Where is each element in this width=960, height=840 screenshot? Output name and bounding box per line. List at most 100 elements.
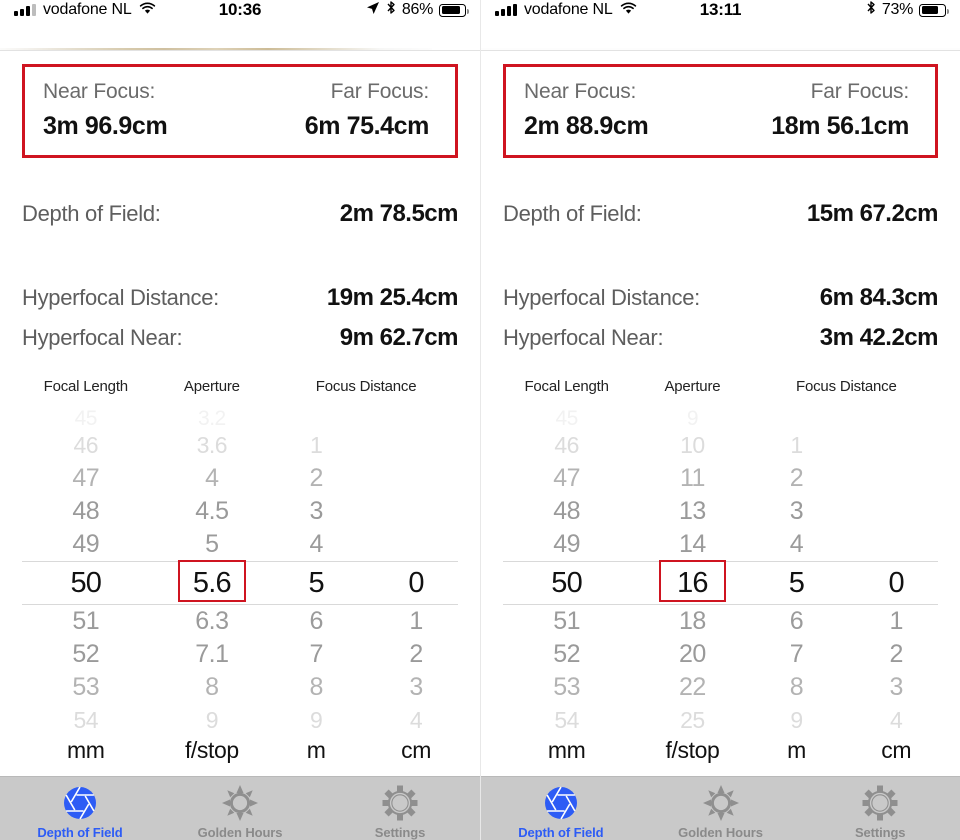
picker-item[interactable]: 3.2 <box>158 408 267 429</box>
picker-item[interactable]: 2 <box>747 462 847 495</box>
picker-item[interactable]: 5.6 <box>158 561 267 605</box>
picker-item[interactable]: 7 <box>747 638 847 671</box>
picker-item[interactable]: 1 <box>747 429 847 462</box>
picker-item[interactable]: 5 <box>747 561 847 605</box>
picker-item[interactable]: 53 <box>495 671 638 704</box>
picker-item[interactable]: 46 <box>495 429 638 462</box>
picker-item[interactable]: 45 <box>14 408 158 429</box>
picker-item[interactable]: 52 <box>14 638 158 671</box>
tab-bar[interactable]: Depth of Field Golden Hours Settings <box>481 775 960 840</box>
picker-column-focal-length[interactable]: 45 46 47 48 49 50 51 52 53 54 <box>14 408 158 737</box>
picker-item[interactable]: 4 <box>158 462 267 495</box>
picker-item[interactable]: 6 <box>747 605 847 638</box>
picker-item[interactable]: 14 <box>638 528 746 561</box>
picker-item[interactable]: 3 <box>846 671 946 704</box>
picker-item[interactable]: 48 <box>14 495 158 528</box>
picker-item[interactable]: 3 <box>266 495 366 528</box>
picker-item[interactable] <box>846 462 946 495</box>
picker-item[interactable]: 5 <box>158 528 267 561</box>
picker-item[interactable]: 9 <box>158 704 267 737</box>
picker-item[interactable]: 51 <box>495 605 638 638</box>
picker-wheels[interactable]: Focal Length Aperture Focus Distance 45 4… <box>481 378 960 737</box>
picker-item[interactable] <box>366 409 466 429</box>
picker-item[interactable]: 54 <box>495 704 638 737</box>
tab-depth-of-field[interactable]: Depth of Field <box>0 777 160 840</box>
picker-item[interactable] <box>747 409 847 429</box>
picker-item[interactable]: 4 <box>846 704 946 737</box>
picker-item[interactable] <box>846 528 946 561</box>
picker-item[interactable]: 4.5 <box>158 495 267 528</box>
picker-item[interactable]: 9 <box>747 704 847 737</box>
picker-item[interactable]: 4 <box>747 528 847 561</box>
picker-item[interactable]: 4 <box>266 528 366 561</box>
picker-item[interactable]: 20 <box>638 638 746 671</box>
picker-item[interactable]: 52 <box>495 638 638 671</box>
tab-bar[interactable]: Depth of Field Golden Hours Settings <box>0 775 480 840</box>
picker-item[interactable]: 48 <box>495 495 638 528</box>
picker-column-focus-distance-m[interactable]: 123456789 <box>747 409 847 737</box>
picker-item[interactable]: 49 <box>14 528 158 561</box>
picker-item[interactable]: 1 <box>266 429 366 462</box>
picker-item[interactable]: 50 <box>14 561 158 605</box>
picker-column-aperture[interactable]: 9 10 11 13 14 16 18 20 22 25 <box>638 408 746 737</box>
picker-column-focal-length[interactable]: 45 46 47 48 49 50 51 52 53 54 <box>495 408 638 737</box>
picker-item[interactable]: 18 <box>638 605 746 638</box>
picker-item[interactable] <box>366 429 466 462</box>
picker-item[interactable]: 54 <box>14 704 158 737</box>
picker-item[interactable]: 3 <box>747 495 847 528</box>
picker-column-focus-distance-cm[interactable]: 01234 <box>846 409 946 737</box>
picker-item[interactable]: 0 <box>366 561 466 605</box>
tab-golden-hours[interactable]: Golden Hours <box>160 777 320 840</box>
picker-item[interactable]: 3.6 <box>158 429 267 462</box>
picker-item[interactable]: 51 <box>14 605 158 638</box>
picker-item[interactable]: 1 <box>846 605 946 638</box>
tab-golden-hours[interactable]: Golden Hours <box>641 777 801 840</box>
tab-depth-of-field[interactable]: Depth of Field <box>481 777 641 840</box>
picker-item[interactable] <box>846 409 946 429</box>
picker-item[interactable] <box>366 462 466 495</box>
picker-column-focus-distance-m[interactable]: 123456789 <box>266 409 366 737</box>
picker-item[interactable]: 3 <box>366 671 466 704</box>
picker-item[interactable]: 2 <box>366 638 466 671</box>
picker-column-aperture[interactable]: 3.2 3.6 4 4.5 5 5.6 6.3 7.1 8 9 <box>158 408 267 737</box>
picker-columns[interactable]: 45 46 47 48 49 50 51 52 53 54 9 10 11 13 14 16 18 20 22 25… <box>481 408 960 737</box>
picker-item[interactable]: 6.3 <box>158 605 267 638</box>
picker-item[interactable]: 8 <box>266 671 366 704</box>
picker-wheels[interactable]: Focal Length Aperture Focus Distance 45 4… <box>0 378 480 737</box>
picker-item[interactable]: 8 <box>747 671 847 704</box>
picker-columns[interactable]: 45 46 47 48 49 50 51 52 53 54 3.2 3.6 4 4.5 5 5.6 6.3 7.… <box>0 408 480 737</box>
picker-item[interactable]: 1 <box>366 605 466 638</box>
picker-item[interactable]: 16 <box>638 561 746 605</box>
picker-item[interactable] <box>846 495 946 528</box>
picker-item[interactable]: 5 <box>266 561 366 605</box>
picker-item[interactable]: 47 <box>495 462 638 495</box>
picker-item[interactable]: 22 <box>638 671 746 704</box>
tab-settings[interactable]: Settings <box>320 777 480 840</box>
picker-item[interactable]: 49 <box>495 528 638 561</box>
tab-settings[interactable]: Settings <box>800 777 960 840</box>
picker-item[interactable]: 9 <box>638 408 746 429</box>
picker-item[interactable]: 7.1 <box>158 638 267 671</box>
picker-item[interactable]: 4 <box>366 704 466 737</box>
picker-item[interactable]: 46 <box>14 429 158 462</box>
picker-item[interactable]: 13 <box>638 495 746 528</box>
picker-item[interactable]: 45 <box>495 408 638 429</box>
picker-item[interactable]: 2 <box>266 462 366 495</box>
picker-item[interactable] <box>366 528 466 561</box>
picker-column-focus-distance-cm[interactable]: 01234 <box>366 409 466 737</box>
picker-item[interactable] <box>366 495 466 528</box>
picker-item[interactable]: 25 <box>638 704 746 737</box>
picker-item[interactable] <box>846 429 946 462</box>
picker-item[interactable]: 50 <box>495 561 638 605</box>
picker-item[interactable]: 10 <box>638 429 746 462</box>
picker-item[interactable]: 11 <box>638 462 746 495</box>
picker-item[interactable]: 0 <box>846 561 946 605</box>
picker-item[interactable]: 2 <box>846 638 946 671</box>
picker-item[interactable]: 7 <box>266 638 366 671</box>
picker-item[interactable]: 47 <box>14 462 158 495</box>
picker-item[interactable] <box>266 409 366 429</box>
picker-item[interactable]: 53 <box>14 671 158 704</box>
picker-item[interactable]: 6 <box>266 605 366 638</box>
picker-item[interactable]: 9 <box>266 704 366 737</box>
picker-item[interactable]: 8 <box>158 671 267 704</box>
